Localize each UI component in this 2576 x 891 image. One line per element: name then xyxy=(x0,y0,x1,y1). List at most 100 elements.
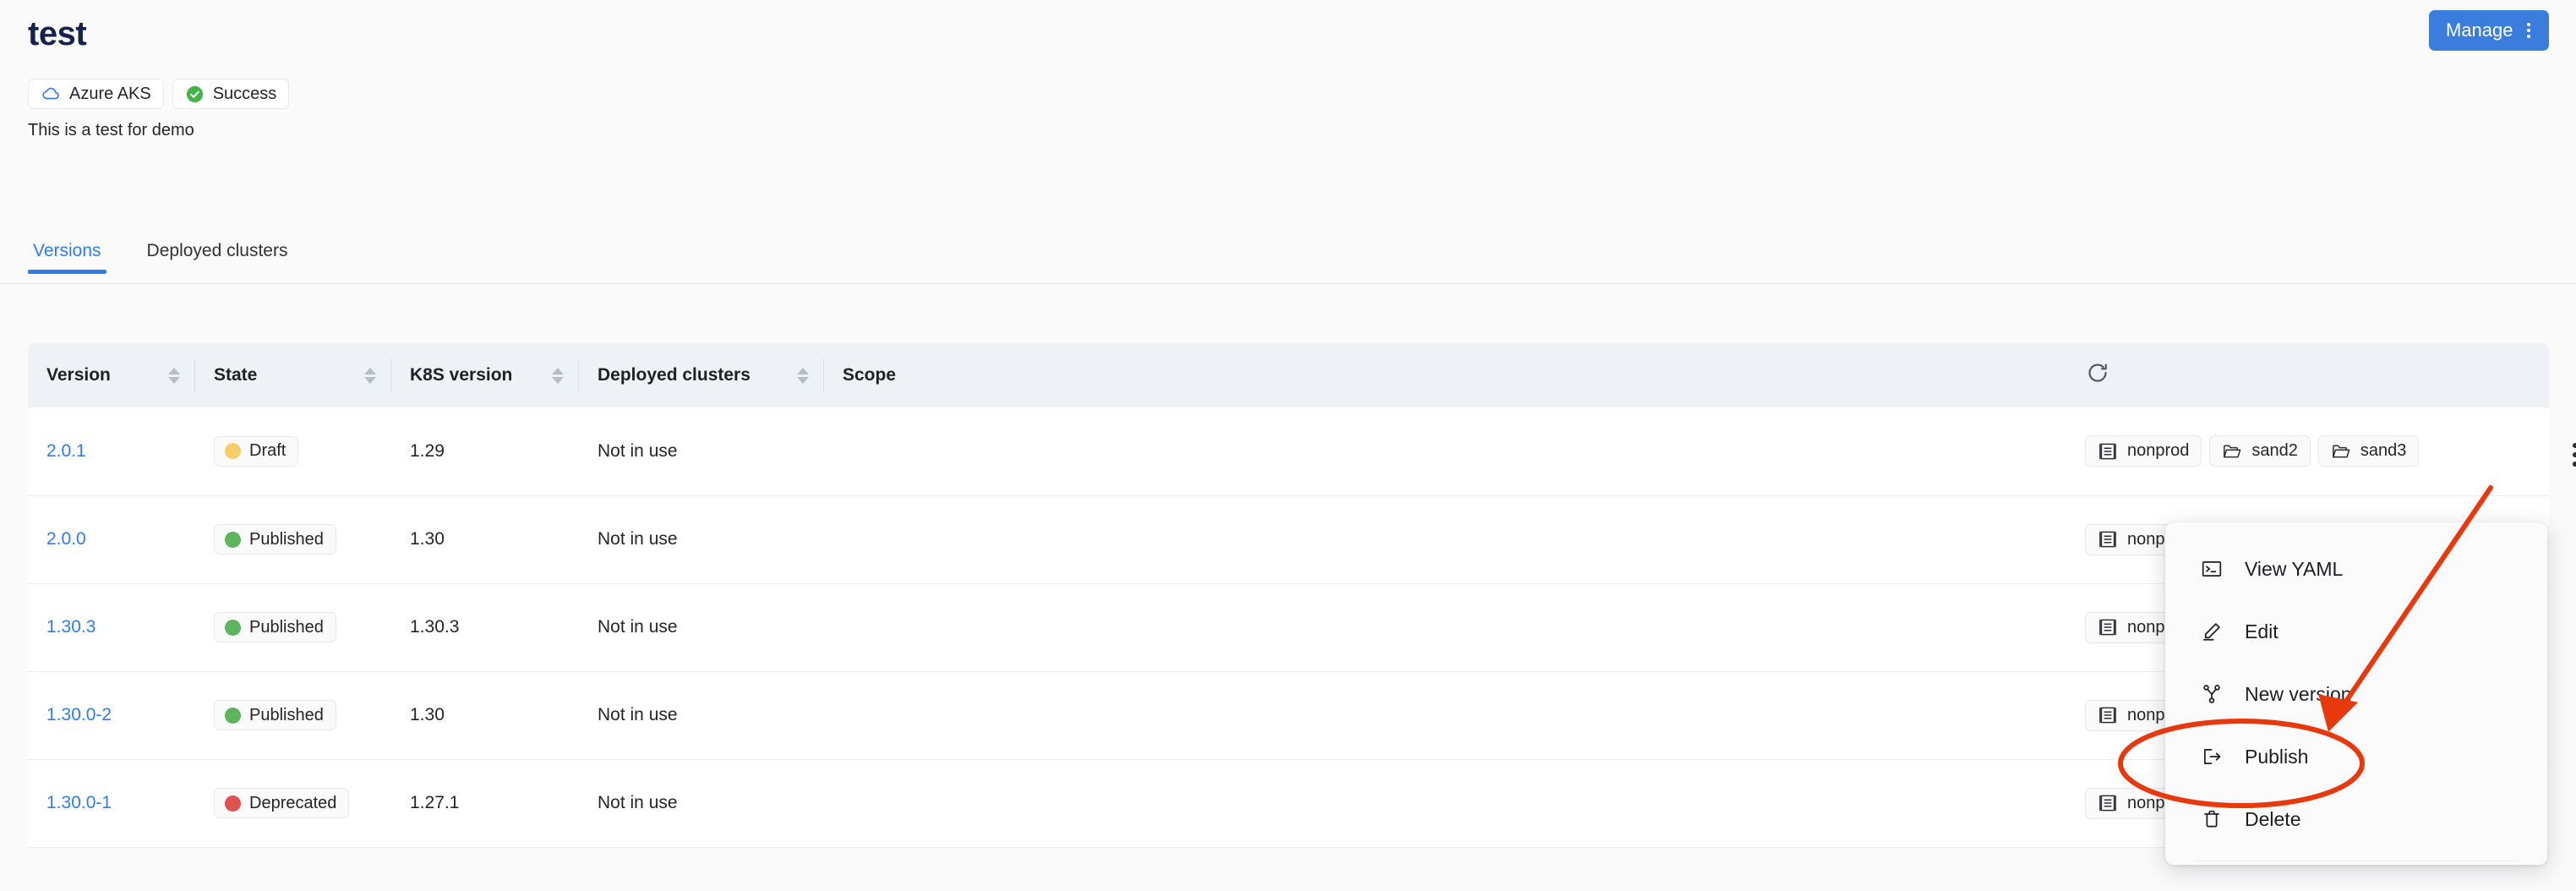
menu-item-edit[interactable]: Edit xyxy=(2165,600,2547,663)
cell-state: Deprecated xyxy=(195,759,391,848)
menu-item-delete[interactable]: Delete xyxy=(2165,788,2547,850)
column-header-deployed-clusters-label: Deployed clusters xyxy=(598,365,750,385)
version-link[interactable]: 2.0.1 xyxy=(46,441,86,461)
sort-toggle-version[interactable] xyxy=(168,367,180,384)
status-dot-icon xyxy=(225,619,241,636)
cell-state: Draft xyxy=(195,407,391,496)
version-link[interactable]: 2.0.0 xyxy=(46,529,86,549)
status-dot-icon xyxy=(225,531,241,548)
column-header-deployed-clusters[interactable]: Deployed clusters xyxy=(579,343,824,407)
menu-item-edit-label: Edit xyxy=(2245,620,2279,642)
cell-k8s-version: 1.29 xyxy=(391,407,579,496)
cell-k8s-version: 1.27.1 xyxy=(391,759,579,848)
refresh-icon[interactable] xyxy=(2085,360,2110,385)
table-row: 2.0.1 Draft 1.29 Not in use nonprod sand2 sand… xyxy=(28,407,2576,496)
cloud-icon xyxy=(41,84,61,104)
org-icon xyxy=(2098,617,2118,637)
cell-scope: nonprod sand2 sand3 xyxy=(2066,407,2549,496)
row-context-menu: View YAML Edit New version Publish Delet… xyxy=(2165,522,2547,865)
column-header-scope-label: Scope xyxy=(843,365,897,385)
cell-deployed-clusters: Not in use xyxy=(579,495,2066,584)
cell-version: 2.0.0 xyxy=(28,495,195,584)
org-icon xyxy=(2098,441,2118,462)
scope-tag-label: sand2 xyxy=(2251,441,2298,461)
page-description: This is a test for demo xyxy=(28,121,194,139)
version-link[interactable]: 1.30.0-2 xyxy=(46,705,112,724)
column-header-state[interactable]: State xyxy=(195,343,391,407)
sort-toggle-deployed-clusters[interactable] xyxy=(797,367,809,384)
manage-button[interactable]: Manage xyxy=(2429,10,2549,51)
scope-tag[interactable]: nonprod xyxy=(2085,435,2202,467)
cell-deployed-clusters: Not in use xyxy=(579,671,2066,760)
cell-state: Published xyxy=(195,495,391,584)
column-header-state-label: State xyxy=(214,365,258,385)
chip-status[interactable]: Success xyxy=(172,79,290,109)
status-badge-label: Published xyxy=(249,705,324,724)
menu-item-view-yaml[interactable]: View YAML xyxy=(2165,538,2547,600)
org-icon xyxy=(2098,529,2118,549)
vertical-dots-icon[interactable] xyxy=(2526,23,2530,38)
menu-item-new-version[interactable]: New version xyxy=(2165,663,2547,725)
menu-item-publish-label: Publish xyxy=(2245,745,2309,768)
sort-toggle-k8s-version[interactable] xyxy=(552,367,564,384)
tab-bar: Versions Deployed clusters xyxy=(0,235,2576,284)
column-header-scope: Scope xyxy=(824,343,2066,407)
folder-open-icon xyxy=(2331,441,2351,462)
row-menu-button[interactable] xyxy=(2568,440,2576,470)
version-link[interactable]: 1.30.0-1 xyxy=(46,793,112,812)
cell-k8s-version: 1.30 xyxy=(391,495,579,584)
cell-deployed-clusters: Not in use xyxy=(579,407,2066,496)
page-header: test Manage xyxy=(0,0,2576,74)
status-dot-icon xyxy=(225,443,241,460)
status-badge: Deprecated xyxy=(214,788,350,818)
status-badge-label: Deprecated xyxy=(249,793,337,812)
table-header-row: Version State K8S version Deployed clust… xyxy=(28,343,2549,407)
column-header-version[interactable]: Version xyxy=(28,343,195,407)
cell-k8s-version: 1.30.3 xyxy=(391,583,579,672)
page-title: test xyxy=(28,15,87,52)
tab-versions-label: Versions xyxy=(33,241,101,260)
cell-deployed-clusters: Not in use xyxy=(579,759,2066,848)
manage-button-label: Manage xyxy=(2446,19,2513,41)
sort-toggle-state[interactable] xyxy=(364,367,376,384)
menu-item-new-version-label: New version xyxy=(2245,682,2352,705)
menu-item-publish[interactable]: Publish xyxy=(2165,725,2547,788)
table-header: Version State K8S version Deployed clust… xyxy=(28,343,2549,407)
folder-open-icon xyxy=(2222,441,2242,462)
chip-status-label: Success xyxy=(212,84,277,103)
status-badge: Published xyxy=(214,524,336,555)
app-root: test Manage Azure AKS Success This is a … xyxy=(0,0,2576,891)
terminal-icon xyxy=(2201,558,2223,580)
tab-deployed-clusters-label: Deployed clusters xyxy=(146,241,288,260)
check-circle-icon xyxy=(185,85,205,104)
column-header-k8s-version[interactable]: K8S version xyxy=(391,343,579,407)
status-badge-label: Published xyxy=(249,529,324,549)
scope-tag[interactable]: sand3 xyxy=(2317,435,2420,467)
chip-provider[interactable]: Azure AKS xyxy=(28,79,164,109)
pencil-icon xyxy=(2201,620,2223,642)
cell-state: Published xyxy=(195,671,391,760)
tab-versions[interactable]: Versions xyxy=(28,241,106,274)
cell-version: 2.0.1 xyxy=(28,407,195,496)
scope-tag-label: sand3 xyxy=(2360,441,2407,461)
scope-tag-label: nonprod xyxy=(2127,441,2190,461)
publish-export-icon xyxy=(2201,746,2223,768)
status-badge-label: Published xyxy=(249,617,324,637)
cell-version: 1.30.0-2 xyxy=(28,671,195,760)
column-header-version-label: Version xyxy=(46,365,111,385)
chip-provider-label: Azure AKS xyxy=(69,84,151,103)
meta-chip-group: Azure AKS Success xyxy=(28,79,290,109)
status-badge: Published xyxy=(214,612,336,642)
cell-state: Published xyxy=(195,583,391,672)
tab-deployed-clusters[interactable]: Deployed clusters xyxy=(142,242,293,273)
cell-k8s-version: 1.30 xyxy=(391,671,579,760)
trash-icon xyxy=(2201,808,2223,830)
version-link[interactable]: 1.30.3 xyxy=(46,617,96,637)
cell-version: 1.30.0-1 xyxy=(28,759,195,848)
menu-item-delete-label: Delete xyxy=(2245,807,2301,830)
branch-icon xyxy=(2201,683,2223,705)
status-dot-icon xyxy=(225,795,241,812)
column-header-k8s-version-label: K8S version xyxy=(410,365,513,385)
scope-tag[interactable]: sand2 xyxy=(2209,435,2311,467)
status-badge: Published xyxy=(214,700,336,730)
